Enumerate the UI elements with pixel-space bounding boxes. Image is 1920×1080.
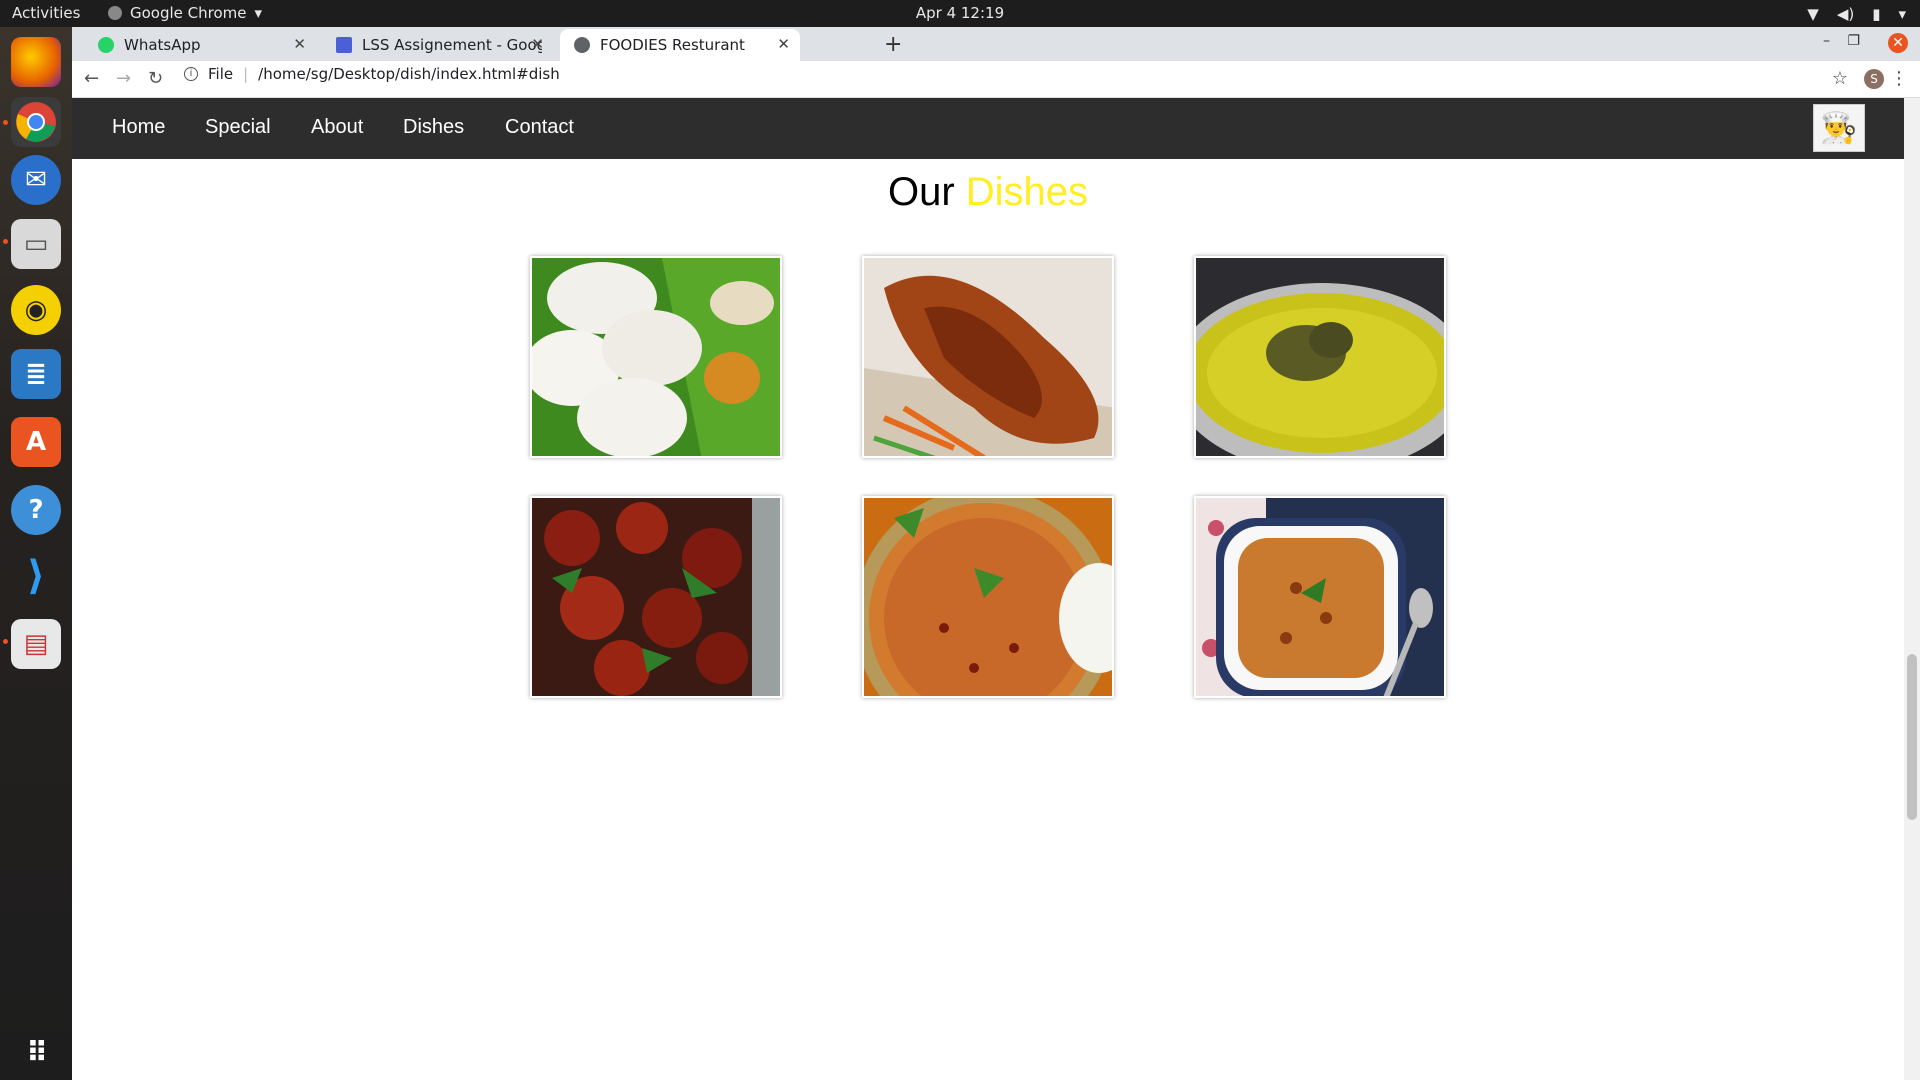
volume-icon: ◀) xyxy=(1836,5,1855,23)
nav-home[interactable]: Home xyxy=(112,116,165,139)
system-tray[interactable]: ▼ ◀) ▮ ▾ xyxy=(1807,5,1906,23)
software-center-icon[interactable]: A xyxy=(11,417,61,467)
whatsapp-icon xyxy=(98,37,114,53)
thunderbird-icon[interactable]: ✉ xyxy=(11,155,61,205)
tab-title: WhatsApp xyxy=(124,36,201,54)
web-page: Home Special About Dishes Contact 👨‍🍳 Ou… xyxy=(72,98,1904,1080)
tomato-rice-dish-image[interactable] xyxy=(862,496,1114,698)
rhythmbox-icon[interactable]: ◉ xyxy=(11,285,61,335)
chrome-small-icon xyxy=(108,6,122,20)
tab-strip: WhatsApp ✕ LSS Assignement - Googl ✕ FOO… xyxy=(72,27,1920,61)
running-indicator xyxy=(3,239,8,244)
nav-about[interactable]: About xyxy=(311,116,363,139)
wifi-icon: ▼ xyxy=(1807,5,1819,23)
close-tab-icon[interactable]: ✕ xyxy=(777,35,790,53)
running-indicator xyxy=(3,120,8,125)
nav-contact[interactable]: Contact xyxy=(505,116,574,139)
section-heading: Our Dishes xyxy=(72,170,1904,215)
curry-bowl-dish-image[interactable] xyxy=(1194,496,1446,698)
close-tab-icon[interactable]: ✕ xyxy=(293,35,306,53)
close-window-icon[interactable]: ✕ xyxy=(1888,33,1908,53)
address-url[interactable]: /home/sg/Desktop/dish/index.html#dish xyxy=(258,65,560,83)
help-icon[interactable]: ? xyxy=(11,485,61,535)
app-menu-label: Google Chrome xyxy=(130,4,247,22)
tandoori-chicken-dish-image[interactable] xyxy=(862,256,1114,458)
google-docs-icon xyxy=(336,37,352,53)
site-info-icon[interactable]: i xyxy=(184,67,198,81)
caret-down-icon: ▾ xyxy=(254,4,263,22)
page-globe-icon xyxy=(574,37,590,53)
chilli-chicken-dish-image[interactable] xyxy=(530,496,782,698)
running-indicator xyxy=(3,639,8,644)
bookmark-star-icon[interactable]: ☆ xyxy=(1832,68,1848,89)
clock[interactable]: Apr 4 12:19 xyxy=(0,4,1920,22)
battery-icon: ▮ xyxy=(1872,5,1881,23)
vscode-icon[interactable]: ⟩ xyxy=(11,551,61,601)
system-top-bar: Activities Google Chrome ▾ Apr 4 12:19 ▼… xyxy=(0,0,1920,27)
browser-toolbar: ← → ↻ i File | /home/sg/Desktop/dish/ind… xyxy=(72,61,1920,98)
nav-special[interactable]: Special xyxy=(205,116,271,139)
page-scrollbar[interactable] xyxy=(1904,98,1920,1080)
writer-icon[interactable]: ≣ xyxy=(11,349,61,399)
nav-dishes[interactable]: Dishes xyxy=(403,116,464,139)
heading-prefix: Our xyxy=(887,170,955,214)
chef-logo[interactable]: 👨‍🍳 xyxy=(1813,104,1865,152)
document-viewer-icon[interactable]: ▤ xyxy=(11,619,61,669)
activities-button[interactable]: Activities xyxy=(12,4,80,22)
site-navbar: Home Special About Dishes Contact 👨‍🍳 xyxy=(72,98,1904,159)
scrollbar-thumb[interactable] xyxy=(1907,654,1917,820)
tab-whatsapp[interactable]: WhatsApp ✕ xyxy=(84,29,316,61)
address-bar[interactable]: i File | /home/sg/Desktop/dish/index.htm… xyxy=(184,65,560,83)
tab-docs[interactable]: LSS Assignement - Googl ✕ xyxy=(322,29,554,61)
address-scheme: File xyxy=(208,65,234,83)
show-apps-icon[interactable]: ⠿ xyxy=(11,1027,61,1077)
files-icon[interactable]: ▭ xyxy=(11,219,61,269)
new-tab-icon[interactable]: + xyxy=(884,32,902,57)
dock: ✉ ▭ ◉ ≣ A ? ⟩ ▤ ⠿ xyxy=(0,27,72,1080)
profile-avatar[interactable]: S xyxy=(1864,69,1884,89)
reload-icon[interactable]: ↻ xyxy=(148,68,163,89)
tab-title: FOODIES Resturant xyxy=(600,36,745,54)
tab-title: LSS Assignement - Googl xyxy=(362,36,542,54)
restore-icon[interactable]: ❐ xyxy=(1847,33,1860,49)
app-menu[interactable]: Google Chrome ▾ xyxy=(108,4,262,22)
forward-icon[interactable]: → xyxy=(116,68,131,89)
biryani-dish-image[interactable] xyxy=(1194,256,1446,458)
idli-dish-image[interactable] xyxy=(530,256,782,458)
address-separator: | xyxy=(243,65,249,83)
firefox-icon[interactable] xyxy=(11,37,61,87)
chrome-menu-icon[interactable]: ⋮ xyxy=(1890,68,1908,89)
minimize-icon[interactable]: – xyxy=(1823,33,1830,49)
close-tab-icon[interactable]: ✕ xyxy=(531,35,544,53)
tray-menu-icon: ▾ xyxy=(1898,5,1906,23)
back-icon[interactable]: ← xyxy=(84,68,99,89)
chrome-icon[interactable] xyxy=(11,97,61,147)
heading-highlight: Dishes xyxy=(965,170,1089,214)
tab-foodies[interactable]: FOODIES Resturant ✕ xyxy=(560,29,800,61)
